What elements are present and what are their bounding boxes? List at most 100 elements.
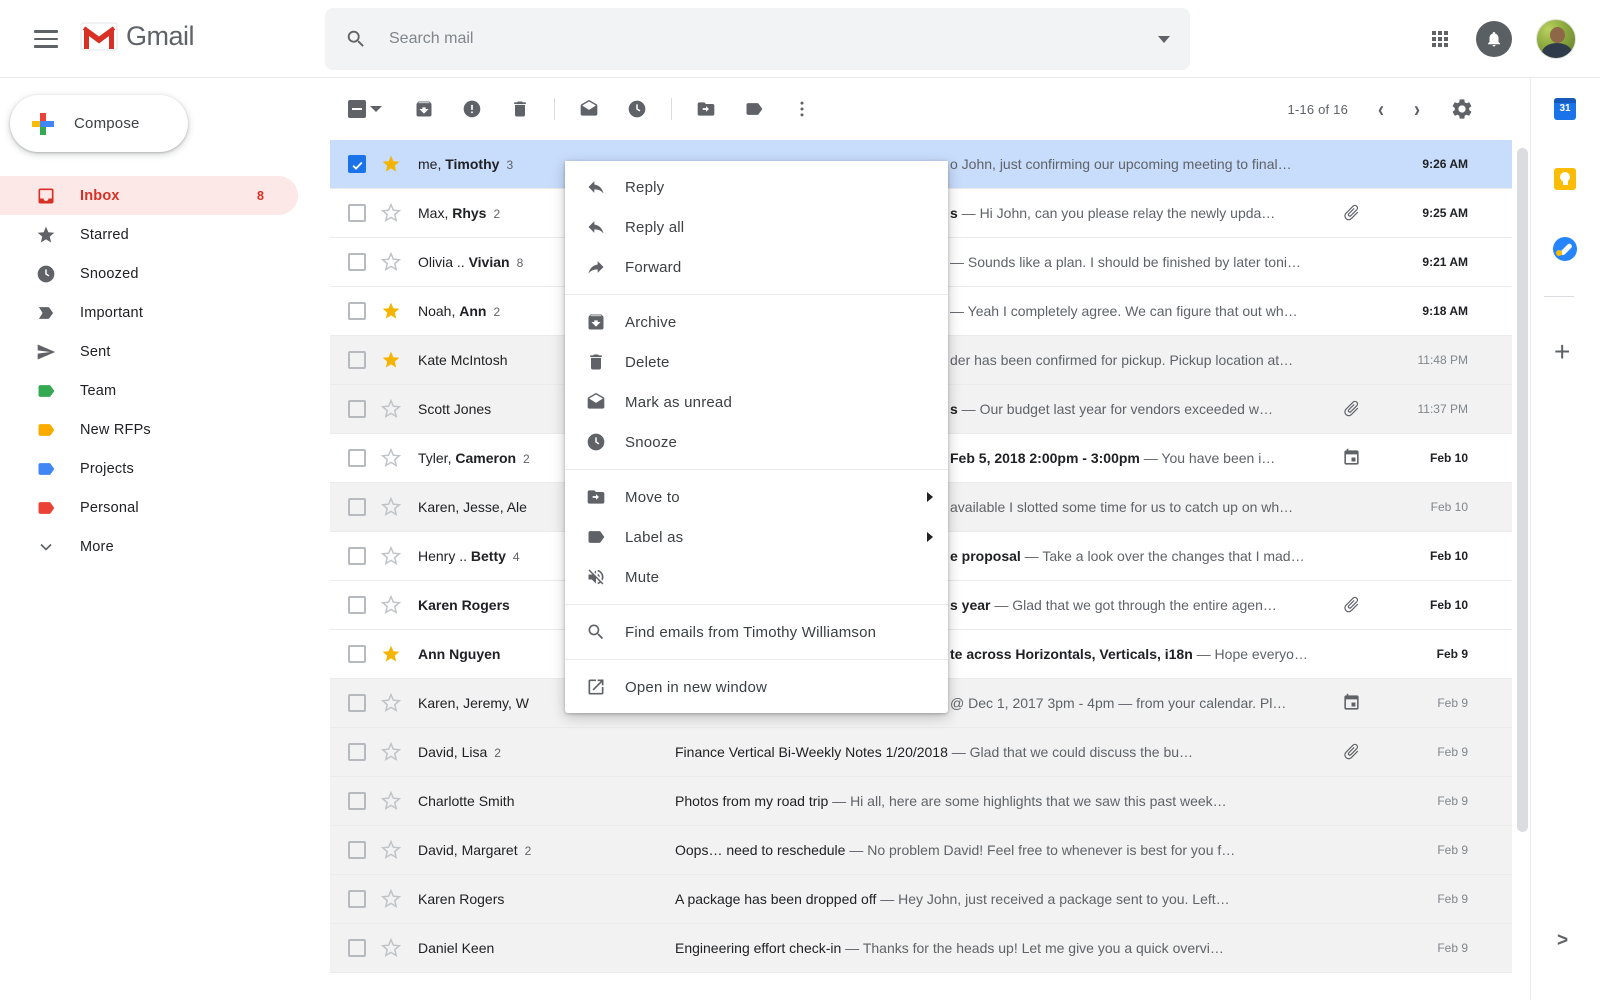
row-checkbox[interactable] [348, 596, 366, 614]
menu-item-mute[interactable]: Mute [565, 557, 948, 597]
move-to-icon[interactable] [696, 99, 716, 119]
add-addon-plus-icon[interactable]: + [1554, 338, 1570, 366]
star-icon-outline[interactable] [381, 546, 401, 566]
sidebar-item-important[interactable]: Important [0, 293, 330, 332]
mark-read-icon[interactable] [579, 99, 599, 119]
star-icon-outline[interactable] [381, 840, 401, 860]
star-icon-filled[interactable] [381, 350, 401, 370]
star-icon-filled[interactable] [381, 301, 401, 321]
email-row[interactable]: Charlotte Smith Photos from my road trip … [330, 777, 1512, 826]
older-page-chevron-icon[interactable]: › [1414, 96, 1420, 122]
sidebar-item-starred[interactable]: Starred [0, 215, 330, 254]
star-icon-filled[interactable] [381, 154, 401, 174]
star-icon-outline[interactable] [381, 938, 401, 958]
star-icon-outline[interactable] [381, 399, 401, 419]
calendar-icon[interactable]: 31 [1554, 98, 1576, 120]
email-date: 9:21 AM [1422, 255, 1468, 269]
snooze-icon[interactable] [627, 99, 647, 119]
tasks-icon[interactable] [1553, 237, 1577, 261]
sidebar-item-inbox[interactable]: Inbox 8 [0, 176, 298, 215]
archive-icon [586, 312, 606, 332]
star-icon-outline[interactable] [381, 595, 401, 615]
list-scrollbar[interactable] [1517, 148, 1528, 832]
menu-item-mark-as-unread[interactable]: Mark as unread [565, 382, 948, 422]
label-icon[interactable] [744, 99, 764, 119]
delete-icon[interactable] [510, 99, 530, 119]
sidebar-item-sent[interactable]: Sent [0, 332, 330, 371]
hamburger-menu-icon[interactable] [26, 19, 66, 59]
menu-item-label-as[interactable]: Label as [565, 517, 948, 557]
select-caret-icon[interactable] [370, 106, 382, 112]
star-icon-outline[interactable] [381, 203, 401, 223]
newer-page-chevron-icon[interactable]: ‹ [1378, 96, 1384, 122]
star-icon-outline[interactable] [381, 693, 401, 713]
row-checkbox[interactable] [348, 498, 366, 516]
row-checkbox[interactable] [348, 253, 366, 271]
menu-item-reply[interactable]: Reply [565, 167, 948, 207]
keep-icon[interactable] [1554, 168, 1576, 190]
row-checkbox[interactable] [348, 694, 366, 712]
star-icon-outline[interactable] [381, 889, 401, 909]
row-checkbox[interactable] [348, 155, 366, 173]
sidebar-item-projects[interactable]: Projects [0, 449, 330, 488]
row-checkbox[interactable] [348, 645, 366, 663]
select-all-checkbox[interactable] [348, 100, 366, 118]
message-count: 2 [493, 305, 501, 319]
submenu-arrow-icon [927, 532, 933, 542]
email-row[interactable]: David, Lisa 2 Finance Vertical Bi-Weekly N… [330, 728, 1512, 777]
row-checkbox[interactable] [348, 890, 366, 908]
menu-item-snooze[interactable]: Snooze [565, 422, 948, 462]
row-checkbox[interactable] [348, 547, 366, 565]
star-icon-outline[interactable] [381, 497, 401, 517]
row-checkbox[interactable] [348, 351, 366, 369]
menu-item-open-in-new-window[interactable]: Open in new window [565, 667, 948, 707]
account-avatar[interactable] [1536, 19, 1576, 59]
star-icon-outline[interactable] [381, 791, 401, 811]
menu-item-move-to[interactable]: Move to [565, 477, 948, 517]
archive-icon[interactable] [414, 99, 434, 119]
important-icon [36, 303, 56, 323]
menu-item-reply-all[interactable]: Reply all [565, 207, 948, 247]
row-checkbox[interactable] [348, 743, 366, 761]
menu-item-find-emails-from-timothy-williamson[interactable]: Find emails from Timothy Williamson [565, 612, 948, 652]
row-checkbox[interactable] [348, 302, 366, 320]
row-checkbox[interactable] [348, 792, 366, 810]
search-options-caret-icon[interactable] [1158, 35, 1170, 43]
menu-item-archive[interactable]: Archive [565, 302, 948, 342]
row-checkbox[interactable] [348, 841, 366, 859]
search-icon[interactable] [345, 28, 367, 50]
star-icon-outline[interactable] [381, 448, 401, 468]
star-icon-outline[interactable] [381, 252, 401, 272]
search-bar[interactable]: Search mail [325, 8, 1190, 70]
sidebar-item-snoozed[interactable]: Snoozed [0, 254, 330, 293]
search-input[interactable]: Search mail [389, 30, 1158, 48]
sender-names: David, Margaret 2 [418, 842, 532, 858]
email-date: Feb 9 [1436, 647, 1468, 661]
message-count: 8 [516, 256, 524, 270]
row-checkbox[interactable] [348, 939, 366, 957]
email-date: 11:37 PM [1417, 402, 1468, 416]
email-row[interactable]: David, Margaret 2 Oops… need to reschedule… [330, 826, 1512, 875]
sidebar-item-personal[interactable]: Personal [0, 488, 330, 527]
apps-grid-icon[interactable] [1428, 27, 1452, 51]
sidebar-item-team[interactable]: Team [0, 371, 330, 410]
notifications-bell-icon[interactable] [1476, 21, 1512, 57]
menu-item-label: Delete [625, 353, 670, 371]
email-row[interactable]: Daniel Keen Engineering effort check-in —… [330, 924, 1512, 973]
report-spam-icon[interactable] [462, 99, 482, 119]
star-icon-outline[interactable] [381, 742, 401, 762]
sidebar-item-more[interactable]: More [0, 527, 330, 566]
settings-gear-icon[interactable] [1450, 97, 1474, 121]
menu-item-delete[interactable]: Delete [565, 342, 948, 382]
more-vert-icon[interactable] [792, 99, 812, 119]
row-checkbox[interactable] [348, 204, 366, 222]
star-icon-filled[interactable] [381, 644, 401, 664]
email-row[interactable]: Karen Rogers A package has been dropped o… [330, 875, 1512, 924]
sidebar-item-new-rfps[interactable]: New RFPs [0, 410, 330, 449]
compose-button[interactable]: Compose [10, 95, 188, 152]
expand-rail-chevron-icon[interactable]: > [1557, 930, 1568, 952]
row-checkbox[interactable] [348, 449, 366, 467]
menu-item-forward[interactable]: Forward [565, 247, 948, 287]
sidebar: Compose Inbox 8 Starred Snoozed Important Sen… [0, 78, 330, 1000]
row-checkbox[interactable] [348, 400, 366, 418]
